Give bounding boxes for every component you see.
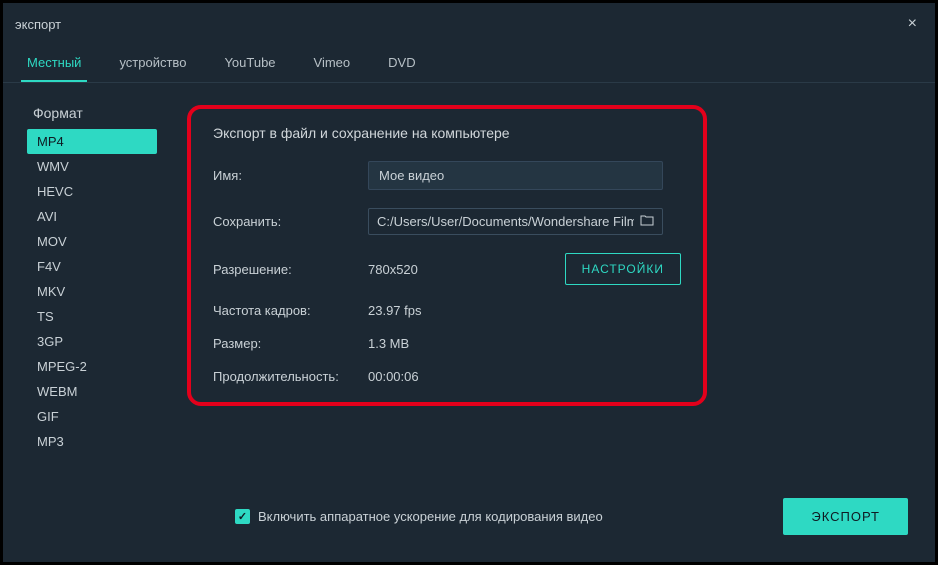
fps-label: Частота кадров: <box>213 303 368 318</box>
close-icon[interactable]: × <box>902 13 923 35</box>
resolution-label: Разрешение: <box>213 262 368 277</box>
export-panel: Экспорт в файл и сохранение на компьютер… <box>187 105 707 406</box>
hw-accel-label: Включить аппаратное ускорение для кодиро… <box>258 509 603 524</box>
hw-accel-checkbox[interactable]: ✓ Включить аппаратное ускорение для коди… <box>235 509 603 524</box>
save-path-text: C:/Users/User/Documents/Wondershare Film… <box>377 214 634 229</box>
sidebar-item-f4v[interactable]: F4V <box>27 254 157 279</box>
size-label: Размер: <box>213 336 368 351</box>
folder-icon[interactable] <box>640 214 654 229</box>
footer: ✓ Включить аппаратное ускорение для коди… <box>235 498 908 535</box>
tab-local[interactable]: Местный <box>21 47 87 82</box>
tab-dvd[interactable]: DVD <box>382 47 421 82</box>
sidebar: Формат MP4 WMV HEVC AVI MOV F4V MKV TS 3… <box>27 105 157 454</box>
duration-label: Продолжительность: <box>213 369 368 384</box>
tab-youtube[interactable]: YouTube <box>218 47 281 82</box>
window-title: экспорт <box>15 17 61 32</box>
sidebar-item-hevc[interactable]: HEVC <box>27 179 157 204</box>
checkbox-icon: ✓ <box>235 509 250 524</box>
sidebar-header: Формат <box>27 105 157 129</box>
sidebar-item-gif[interactable]: GIF <box>27 404 157 429</box>
sidebar-item-mkv[interactable]: MKV <box>27 279 157 304</box>
sidebar-item-avi[interactable]: AVI <box>27 204 157 229</box>
sidebar-item-mp4[interactable]: MP4 <box>27 129 157 154</box>
tabs: Местный устройство YouTube Vimeo DVD <box>3 47 935 83</box>
settings-button[interactable]: НАСТРОЙКИ <box>565 253 681 285</box>
size-value: 1.3 MB <box>368 336 409 351</box>
sidebar-item-mp3[interactable]: MP3 <box>27 429 157 454</box>
sidebar-item-3gp[interactable]: 3GP <box>27 329 157 354</box>
resolution-value: 780x520 <box>368 262 418 277</box>
fps-value: 23.97 fps <box>368 303 422 318</box>
name-label: Имя: <box>213 168 368 183</box>
name-input[interactable] <box>368 161 663 190</box>
sidebar-item-mov[interactable]: MOV <box>27 229 157 254</box>
save-label: Сохранить: <box>213 214 368 229</box>
tab-device[interactable]: устройство <box>113 47 192 82</box>
sidebar-item-ts[interactable]: TS <box>27 304 157 329</box>
tab-vimeo[interactable]: Vimeo <box>308 47 357 82</box>
sidebar-item-webm[interactable]: WEBM <box>27 379 157 404</box>
panel-title: Экспорт в файл и сохранение на компьютер… <box>213 125 681 141</box>
export-button[interactable]: ЭКСПОРТ <box>783 498 908 535</box>
titlebar: экспорт × <box>3 3 935 41</box>
save-path-field[interactable]: C:/Users/User/Documents/Wondershare Film… <box>368 208 663 235</box>
sidebar-item-mpeg2[interactable]: MPEG-2 <box>27 354 157 379</box>
sidebar-item-wmv[interactable]: WMV <box>27 154 157 179</box>
duration-value: 00:00:06 <box>368 369 419 384</box>
